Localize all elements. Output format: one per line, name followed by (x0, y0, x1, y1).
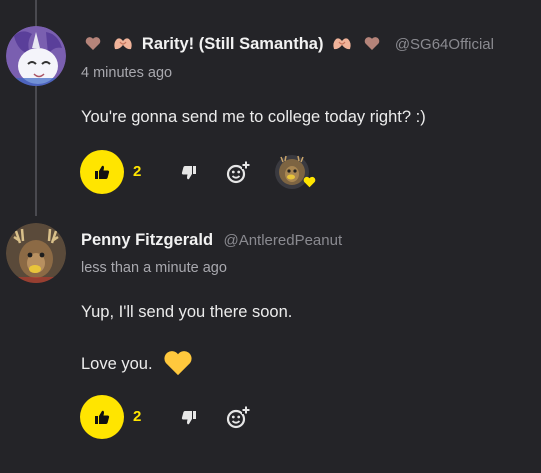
comment-text: Love you. (81, 349, 193, 382)
comment-actions: 2 (80, 395, 380, 439)
like-button[interactable] (80, 395, 124, 439)
add-reaction-icon (226, 406, 250, 429)
brown-heart-icon (364, 36, 380, 56)
yellow-heart-icon (303, 176, 316, 188)
comment-actions: 2 (80, 150, 380, 194)
author-name[interactable]: Penny Fitzgerald (81, 231, 213, 249)
thumbs-down-icon (181, 166, 196, 180)
timestamp: less than a minute ago (81, 260, 227, 276)
add-reaction-button[interactable] (224, 403, 252, 431)
like-button[interactable] (80, 150, 124, 194)
thumbs-up-icon (95, 165, 110, 179)
author-name[interactable]: Rarity! (Still Samantha) (142, 35, 324, 53)
heart-hands-icon (113, 35, 133, 56)
thumbs-up-icon (95, 410, 110, 424)
avatar[interactable] (6, 26, 66, 86)
like-count: 2 (133, 163, 142, 180)
add-reaction-button[interactable] (224, 158, 252, 186)
comment-text: Yup, I'll send you there soon. (81, 303, 293, 321)
like-count: 2 (133, 408, 142, 425)
add-reaction-icon (226, 161, 250, 184)
comment-text: You're gonna send me to college today ri… (81, 108, 426, 126)
dislike-button[interactable] (178, 162, 200, 184)
penny-avatar-image (6, 223, 66, 283)
thumbs-down-icon (181, 411, 196, 425)
avatar[interactable] (6, 223, 66, 283)
comment-text-line: Love you. (81, 355, 153, 373)
rarity-avatar-image (6, 26, 66, 86)
dislike-button[interactable] (178, 407, 200, 429)
author-handle[interactable]: @AntleredPeanut (223, 232, 342, 249)
yellow-heart-icon (163, 349, 193, 382)
author-handle[interactable]: @SG64Official (395, 36, 494, 53)
timestamp: 4 minutes ago (81, 65, 173, 81)
thread-line-connector (35, 86, 37, 216)
comment-header: Rarity! (Still Samantha) @SG64Official (81, 35, 494, 56)
brown-heart-icon (85, 36, 101, 56)
heart-hands-icon (332, 35, 352, 56)
reaction-chip[interactable] (270, 152, 322, 192)
comment-header: Penny Fitzgerald @AntleredPeanut (81, 231, 342, 250)
